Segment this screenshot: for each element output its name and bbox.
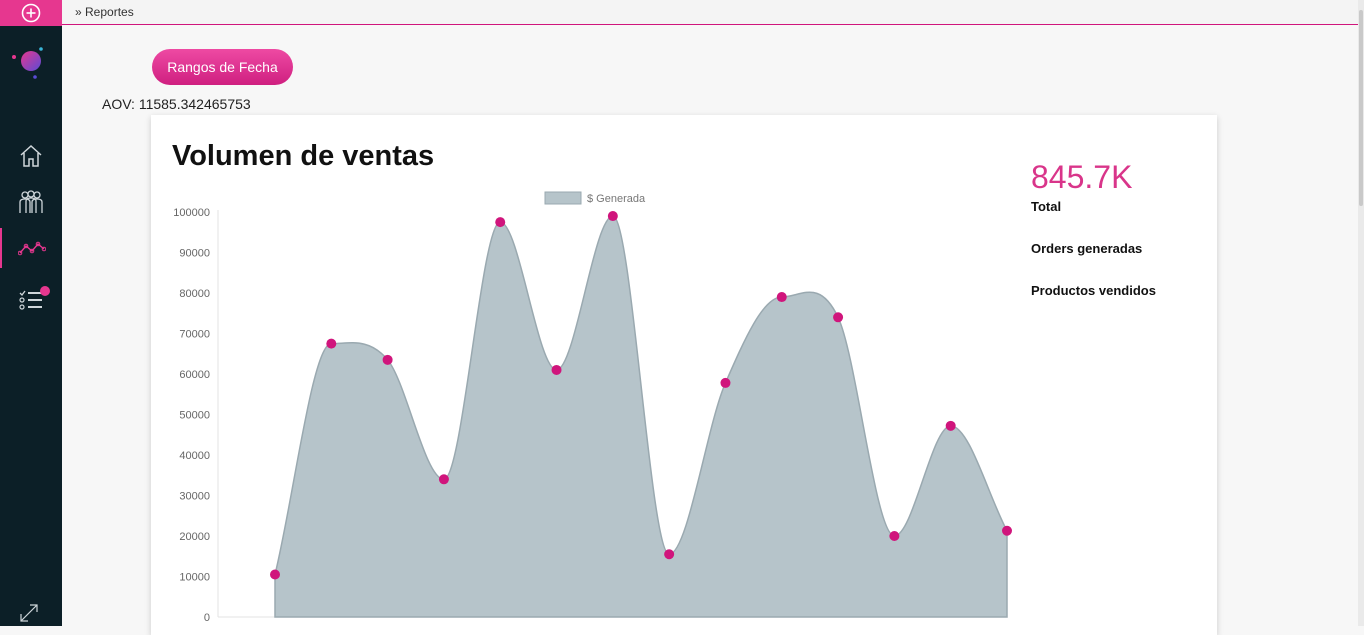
users-icon [19, 190, 43, 213]
data-point[interactable] [270, 569, 280, 580]
nav-reports[interactable] [0, 228, 62, 268]
data-point[interactable] [720, 377, 731, 388]
data-point[interactable] [664, 549, 675, 560]
data-point[interactable] [776, 292, 787, 303]
data-point[interactable] [833, 312, 844, 323]
data-point[interactable] [326, 338, 337, 349]
notification-badge [40, 286, 50, 296]
brand-logo [12, 47, 43, 79]
sidebar [0, 0, 62, 626]
y-tick-label: 30000 [179, 491, 210, 503]
series-area [274, 215, 1008, 618]
total-label: Total [1031, 199, 1062, 214]
top-bar: » Reportes [62, 0, 1358, 25]
y-tick-label: 70000 [179, 329, 210, 341]
data-point[interactable] [607, 211, 618, 222]
y-tick-label: 0 [204, 612, 210, 624]
data-point[interactable] [945, 420, 956, 431]
y-tick-label: 40000 [179, 450, 210, 462]
breadcrumb[interactable]: » Reportes [75, 5, 134, 19]
nav-tasks[interactable] [0, 280, 62, 320]
legend-label: $ Generada [587, 193, 646, 205]
products-label: Productos vendidos [1031, 283, 1156, 298]
chart-line-icon [18, 241, 46, 256]
total-value: 845.7K [1031, 159, 1133, 195]
y-tick-label: 10000 [179, 572, 210, 584]
y-tick-label: 20000 [179, 531, 210, 543]
legend-swatch [544, 191, 582, 205]
y-tick-label: 80000 [179, 288, 210, 300]
data-point[interactable] [438, 474, 449, 485]
aov-text: AOV: 11585.342465753 [102, 96, 251, 112]
data-point[interactable] [495, 217, 506, 228]
date-range-button[interactable]: Rangos de Fecha [152, 49, 293, 85]
y-tick-label: 100000 [173, 207, 210, 219]
data-point[interactable] [551, 364, 562, 375]
scrollbar[interactable] [1358, 0, 1364, 626]
plus-circle-icon [21, 3, 41, 23]
nav-users[interactable] [0, 182, 62, 222]
sales-volume-card: Volumen de ventas $ Generada 0 10000 20000… [151, 115, 1217, 635]
y-tick-label: 50000 [179, 410, 210, 422]
sales-area-chart: $ Generada 0 10000 20000 30000 40000 50000 600… [173, 191, 1012, 624]
add-button[interactable] [0, 0, 62, 26]
home-icon [20, 144, 42, 167]
data-point[interactable] [382, 354, 393, 365]
chart-legend[interactable]: $ Generada [544, 191, 646, 205]
y-tick-label: 90000 [179, 248, 210, 260]
nav-home[interactable] [0, 136, 62, 176]
orders-label: Orders generadas [1031, 241, 1143, 256]
scrollbar-thumb[interactable] [1359, 10, 1363, 206]
data-point[interactable] [1002, 525, 1012, 536]
y-tick-label: 60000 [179, 369, 210, 381]
data-point[interactable] [889, 531, 900, 541]
expand-icon[interactable] [18, 602, 40, 624]
